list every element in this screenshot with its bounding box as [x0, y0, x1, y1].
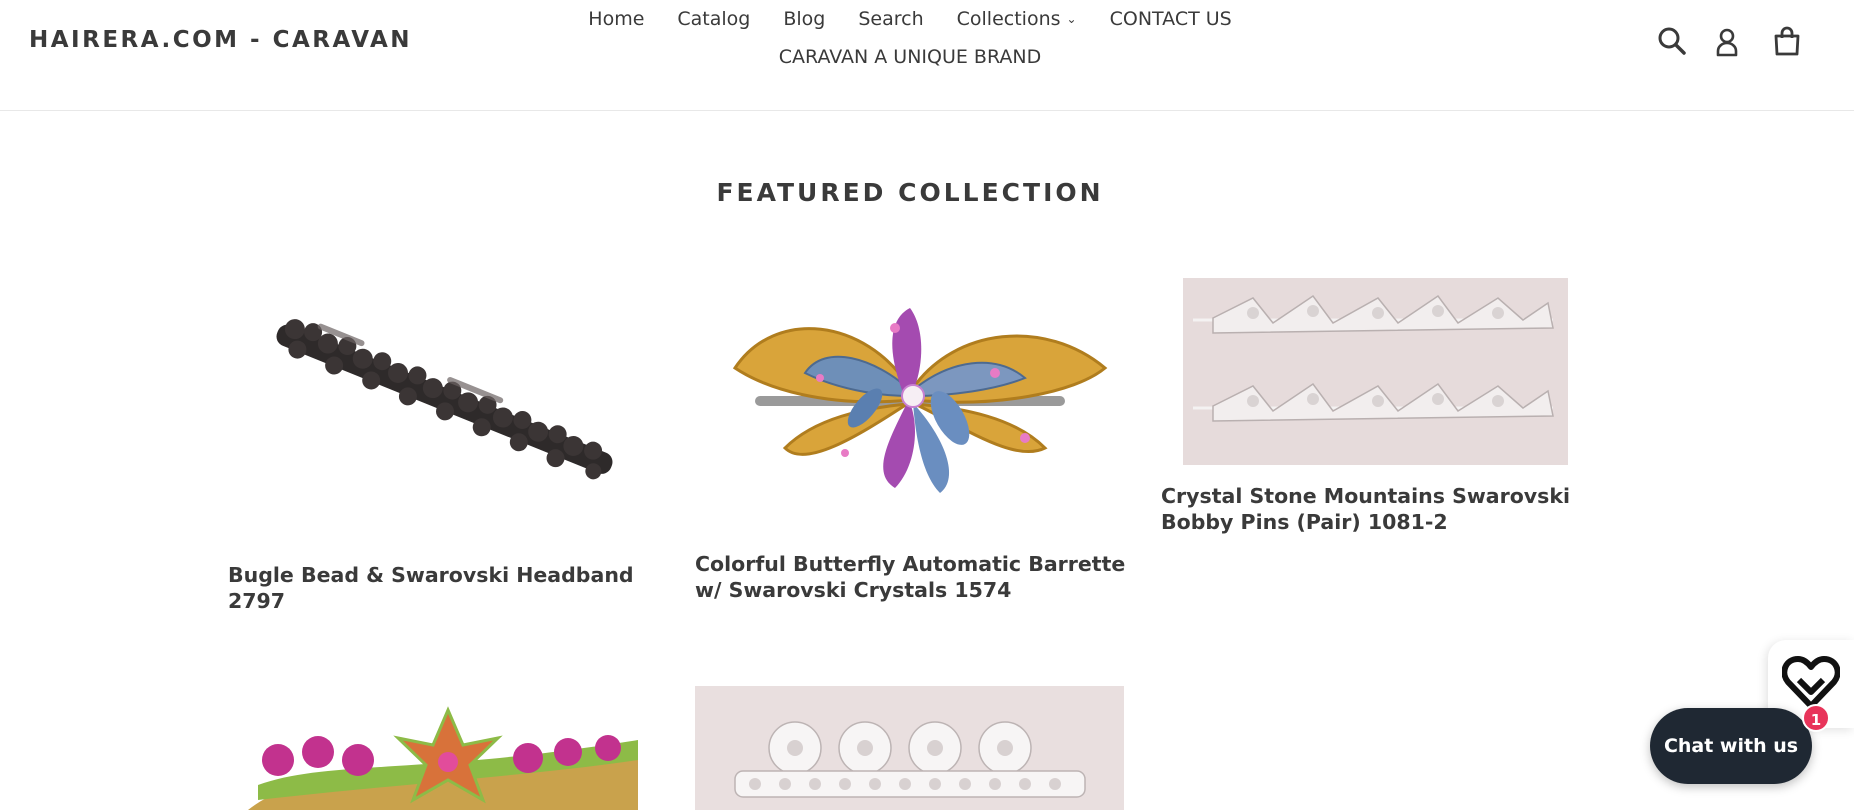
nav-contact-us[interactable]: CONTACT US	[1110, 0, 1232, 38]
product-image-headband[interactable]	[238, 278, 648, 528]
product-title[interactable]: Colorful Butterfly Automatic Barrette w/…	[695, 551, 1135, 603]
product-image-butterfly[interactable]	[695, 278, 1125, 518]
product-image-crystal-barrette[interactable]	[695, 686, 1124, 810]
search-icon[interactable]	[1655, 24, 1689, 58]
product-image-bobby-pins[interactable]	[1183, 278, 1568, 465]
nav-home[interactable]: Home	[588, 0, 644, 38]
product-title[interactable]: Bugle Bead & Swarovski Headband 2797	[228, 562, 668, 614]
nav-catalog[interactable]: Catalog	[677, 0, 750, 38]
nav-blog[interactable]: Blog	[783, 0, 825, 38]
heart-icon	[1782, 656, 1840, 709]
main-nav: Home Catalog Blog Search Collections ⌄ CO…	[560, 0, 1260, 76]
account-icon[interactable]	[1710, 25, 1744, 59]
product-title[interactable]: Crystal Stone Mountains Swarovski Bobby …	[1161, 483, 1601, 535]
chevron-down-icon: ⌄	[1066, 12, 1077, 26]
chat-with-us-button[interactable]: Chat with us	[1650, 708, 1812, 784]
notification-badge: 1	[1802, 704, 1830, 732]
section-title: FEATURED COLLECTION	[716, 178, 1104, 207]
nav-collections-label: Collections	[956, 8, 1061, 30]
cart-icon[interactable]	[1770, 24, 1804, 58]
nav-search[interactable]: Search	[858, 0, 923, 38]
nav-collections[interactable]: Collections ⌄	[957, 0, 1077, 38]
site-header: HAIRERA.COM - CARAVAN Home Catalog Blog …	[0, 0, 1854, 111]
nav-caravan-brand[interactable]: CARAVAN A UNIQUE BRAND	[779, 38, 1041, 76]
site-logo[interactable]: HAIRERA.COM - CARAVAN	[29, 27, 412, 53]
product-image-pink-flower-barrette[interactable]	[238, 690, 648, 810]
